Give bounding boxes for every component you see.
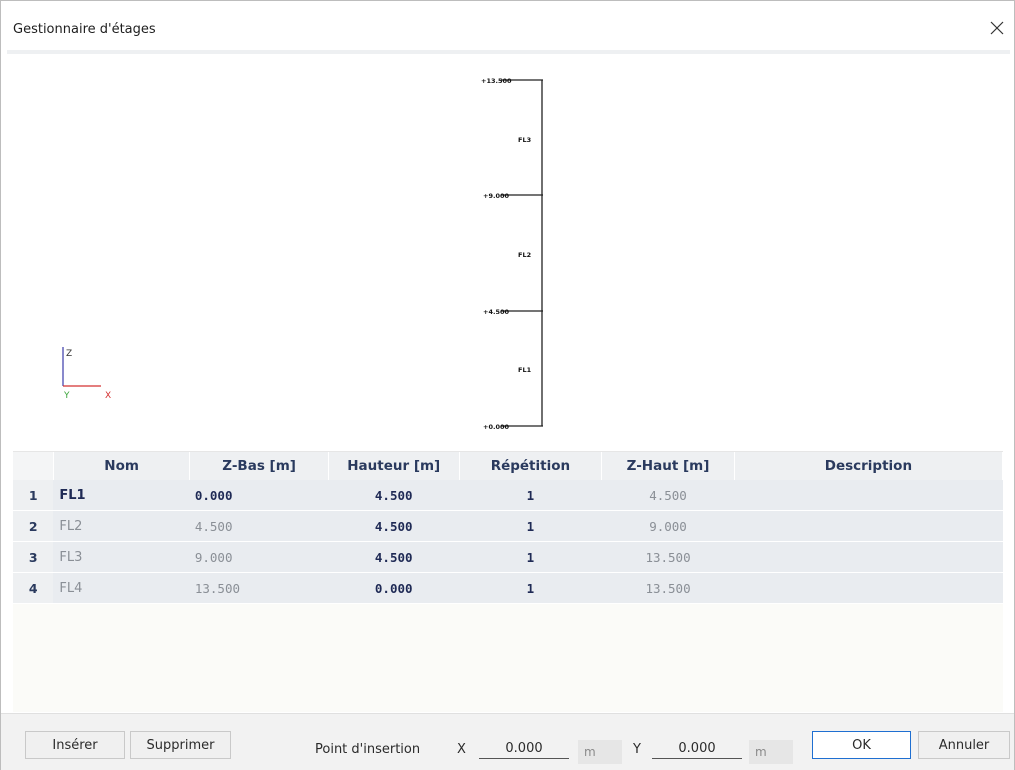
insert-button[interactable]: Insérer bbox=[25, 731, 125, 759]
cell-z-haut: 13.500 bbox=[601, 572, 735, 604]
cell-description[interactable] bbox=[734, 510, 1003, 542]
cell-description[interactable] bbox=[734, 480, 1003, 511]
close-button[interactable] bbox=[982, 13, 1012, 43]
cell-hauteur[interactable]: 4.500 bbox=[328, 541, 460, 573]
cell-hauteur[interactable]: 0.000 bbox=[328, 572, 460, 604]
cell-repetition[interactable]: 1 bbox=[459, 510, 602, 542]
cell-nom[interactable]: FL1 bbox=[53, 480, 190, 511]
cell-description[interactable] bbox=[734, 541, 1003, 573]
insertion-point-label: Point d'insertion bbox=[315, 742, 421, 757]
floors-table: Nom Z-Bas [m] Hauteur [m] Répétition Z-H… bbox=[13, 452, 1004, 604]
floor-label: FL1 bbox=[518, 366, 532, 374]
floor-label: FL2 bbox=[518, 251, 531, 259]
floor-label: FL3 bbox=[518, 136, 531, 144]
cell-nom[interactable]: FL4 bbox=[53, 572, 190, 604]
table-row[interactable]: 1 FL1 0.000 4.500 1 4.500 bbox=[13, 480, 1003, 511]
header-hauteur[interactable]: Hauteur [m] bbox=[328, 452, 460, 480]
dialog-footer: Insérer Supprimer Point d'insertion X 0.… bbox=[1, 713, 1014, 770]
axis-indicator: Z Y X bbox=[62, 347, 111, 401]
cell-description[interactable] bbox=[734, 572, 1003, 604]
y-unit: m bbox=[749, 740, 793, 764]
axis-x-label: X bbox=[105, 391, 111, 401]
header-z-bas[interactable]: Z-Bas [m] bbox=[189, 452, 329, 480]
y-input[interactable]: 0.000 bbox=[652, 738, 742, 759]
cell-hauteur[interactable]: 4.500 bbox=[328, 510, 460, 542]
cell-z-haut: 13.500 bbox=[601, 541, 735, 573]
cell-repetition[interactable]: 1 bbox=[459, 480, 602, 511]
delete-button[interactable]: Supprimer bbox=[130, 731, 231, 759]
cell-z-haut: 9.000 bbox=[601, 510, 735, 542]
floor-manager-dialog: Gestionnaire d'étages +13.500 +9.000 +4.… bbox=[0, 0, 1015, 770]
level-label: +13.500 bbox=[481, 77, 512, 85]
row-number: 2 bbox=[13, 510, 54, 542]
cell-repetition[interactable]: 1 bbox=[459, 572, 602, 604]
floor-preview: +13.500 +9.000 +4.500 +0.000 FL3 FL2 FL1… bbox=[13, 54, 1003, 446]
cell-z-bas[interactable]: 0.000 bbox=[189, 480, 329, 511]
floors-table-area: Nom Z-Bas [m] Hauteur [m] Répétition Z-H… bbox=[13, 451, 1004, 712]
level-label: +0.000 bbox=[483, 423, 509, 431]
row-number: 3 bbox=[13, 541, 54, 573]
axis-y-label: Y bbox=[63, 391, 70, 401]
cell-nom[interactable]: FL2 bbox=[53, 510, 190, 542]
cell-repetition[interactable]: 1 bbox=[459, 541, 602, 573]
x-label: X bbox=[457, 742, 466, 757]
table-row[interactable]: 4 FL4 13.500 0.000 1 13.500 bbox=[13, 572, 1003, 604]
cell-nom[interactable]: FL3 bbox=[53, 541, 190, 573]
header-rownum bbox=[13, 452, 54, 480]
level-label: +4.500 bbox=[483, 308, 509, 316]
cell-z-bas[interactable]: 4.500 bbox=[189, 510, 329, 542]
title-bar: Gestionnaire d'étages bbox=[1, 1, 1014, 47]
cancel-button[interactable]: Annuler bbox=[918, 731, 1010, 759]
cell-z-haut: 4.500 bbox=[601, 480, 735, 511]
cell-z-bas[interactable]: 13.500 bbox=[189, 572, 329, 604]
row-number: 1 bbox=[13, 480, 54, 511]
ok-button[interactable]: OK bbox=[812, 731, 911, 759]
axis-z-label: Z bbox=[66, 349, 72, 359]
table-row[interactable]: 3 FL3 9.000 4.500 1 13.500 bbox=[13, 541, 1003, 573]
table-header: Nom Z-Bas [m] Hauteur [m] Répétition Z-H… bbox=[13, 452, 1004, 480]
y-label: Y bbox=[633, 742, 641, 757]
level-label: +9.000 bbox=[483, 192, 509, 200]
row-number: 4 bbox=[13, 572, 54, 604]
cell-z-bas[interactable]: 9.000 bbox=[189, 541, 329, 573]
x-input[interactable]: 0.000 bbox=[479, 738, 569, 759]
header-nom[interactable]: Nom bbox=[53, 452, 191, 480]
header-repetition[interactable]: Répétition bbox=[459, 452, 603, 480]
x-unit: m bbox=[578, 740, 622, 764]
header-z-haut[interactable]: Z-Haut [m] bbox=[601, 452, 735, 480]
close-icon bbox=[990, 21, 1004, 35]
window-title: Gestionnaire d'étages bbox=[13, 22, 156, 37]
table-row[interactable]: 2 FL2 4.500 4.500 1 9.000 bbox=[13, 510, 1003, 542]
cell-hauteur[interactable]: 4.500 bbox=[328, 480, 460, 511]
floor-diagram: +13.500 +9.000 +4.500 +0.000 FL3 FL2 FL1… bbox=[62, 77, 543, 431]
header-description[interactable]: Description bbox=[734, 452, 1004, 480]
